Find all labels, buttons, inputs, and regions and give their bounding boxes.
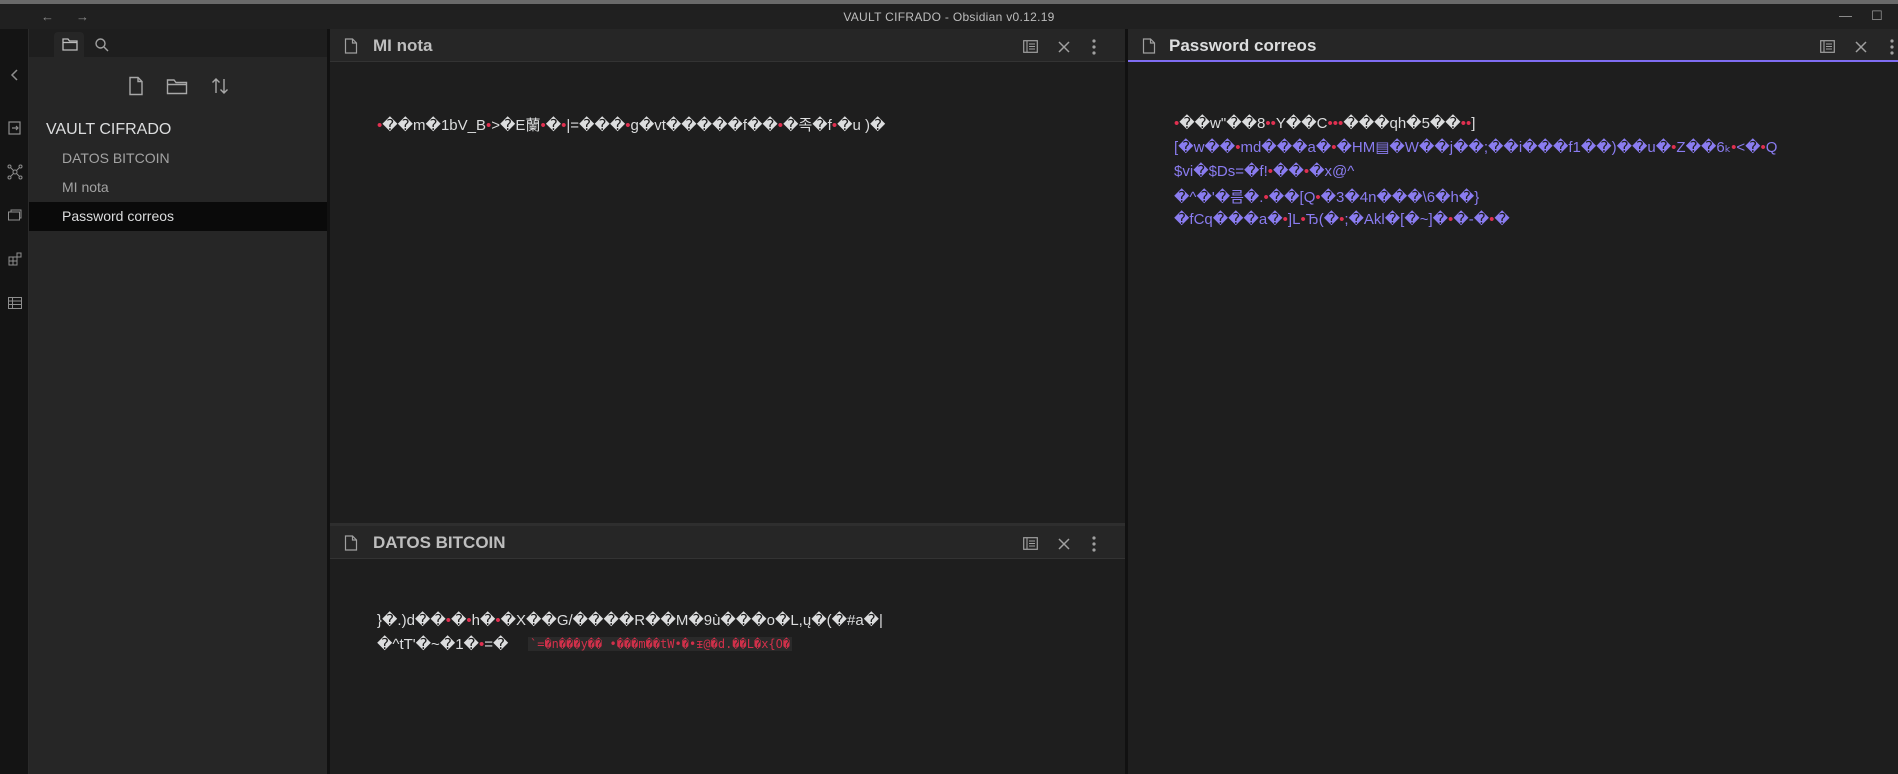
inline-code-span: `=�n���y�� •���m��tW•�•ᵻ@�d.��L�x{O� — [528, 637, 793, 651]
note-line: �^tT'�~�1�•=� — [377, 636, 509, 653]
folder-icon — [62, 38, 78, 51]
file-item-mi-nota[interactable]: MI nota — [29, 173, 327, 202]
pane-header-active: Password correos — [1128, 29, 1898, 62]
note-line: �^�'�름�.•��[Q•�3�4n���\6�h�} — [1174, 189, 1480, 206]
note-line: }�.)d��•�•h�•�X��G/����R��M�9ù���o�L,ų�(… — [377, 612, 883, 629]
reading-view-icon[interactable] — [1820, 40, 1835, 53]
file-item-password-correos[interactable]: Password correos — [29, 202, 327, 231]
reading-view-icon[interactable] — [1023, 40, 1038, 53]
file-icon[interactable] — [344, 38, 358, 54]
search-icon — [95, 38, 109, 52]
file-icon[interactable] — [1142, 38, 1156, 54]
note-line: �fCq���a�•]L•Ђ(�•;�Akl�[�~]�•�-�•� — [1174, 211, 1510, 228]
pane-header: MI nota — [330, 29, 1125, 62]
reading-view-icon[interactable] — [1023, 537, 1038, 550]
more-options-icon[interactable] — [1890, 39, 1894, 55]
open-quick-switcher-icon[interactable] — [7, 120, 23, 136]
tab-file-explorer[interactable] — [54, 32, 84, 57]
close-icon[interactable] — [1855, 41, 1867, 53]
note-line: •��m�1bV_B•>�E蘭•�•|=���•g�vt�����f��•�족�… — [377, 117, 886, 134]
pane-title: DATOS BITCOIN — [373, 533, 506, 552]
note-line: [�w��•md���a�•�HM▤�W��j��;��i���f1��)��u… — [1174, 139, 1778, 156]
plugins-icon[interactable] — [7, 251, 23, 267]
file-item-datos-bitcoin[interactable]: DATOS BITCOIN — [29, 144, 327, 173]
close-icon[interactable] — [1058, 41, 1070, 53]
pane-datos-bitcoin: DATOS BITCOIN }�.)d��•�•h�•�X��G/����R��… — [330, 526, 1125, 774]
sort-icon[interactable] — [210, 76, 230, 96]
window-title: VAULT CIFRADO - Obsidian v0.12.19 — [843, 10, 1055, 24]
title-bar: ← → VAULT CIFRADO - Obsidian v0.12.19 — … — [0, 0, 1898, 29]
open-in-daily-note-icon[interactable] — [7, 207, 23, 223]
left-ribbon — [0, 29, 29, 774]
file-icon[interactable] — [344, 535, 358, 551]
new-note-icon[interactable] — [127, 76, 145, 96]
tab-search[interactable] — [86, 32, 116, 57]
pane-title: MI nota — [373, 36, 433, 55]
pane-mi-nota: MI nota •��m�1bV_B•>�E蘭•�•|=���•g�vt����… — [330, 29, 1125, 523]
more-options-icon[interactable] — [1092, 536, 1096, 552]
sidebar-tabs — [29, 29, 327, 57]
file-explorer-sidebar: VAULT CIFRADO DATOS BITCOIN MI nota Pass… — [29, 29, 327, 774]
pane-password-correos: Password correos •��w"��8••Y��C•••���qh�… — [1128, 29, 1898, 774]
minimize-button[interactable]: — — [1839, 8, 1852, 23]
more-options-icon[interactable] — [1092, 39, 1096, 55]
editor-area[interactable]: }�.)d��•�•h�•�X��G/����R��M�9ù���o�L,ų�(… — [330, 559, 1125, 774]
table-icon[interactable] — [7, 295, 23, 311]
note-line: •��w"��8••Y��C•••���qh�5��••] — [1174, 115, 1476, 132]
note-line: $vi�$Ds=�f!•��•�x@^ — [1174, 163, 1355, 180]
close-icon[interactable] — [1058, 538, 1070, 550]
editor-area[interactable]: •��w"��8••Y��C•••���qh�5��••] [�w��•md��… — [1128, 62, 1898, 774]
pane-title: Password correos — [1169, 36, 1317, 55]
editor-area[interactable]: •��m�1bV_B•>�E蘭•�•|=���•g�vt�����f��•�족�… — [330, 62, 1125, 523]
collapse-sidebar-icon[interactable] — [7, 67, 23, 83]
pane-header: DATOS BITCOIN — [330, 526, 1125, 559]
vault-name[interactable]: VAULT CIFRADO — [46, 121, 171, 139]
graph-view-icon[interactable] — [7, 164, 23, 180]
new-folder-icon[interactable] — [166, 76, 188, 96]
maximize-button[interactable]: ☐ — [1871, 8, 1883, 24]
